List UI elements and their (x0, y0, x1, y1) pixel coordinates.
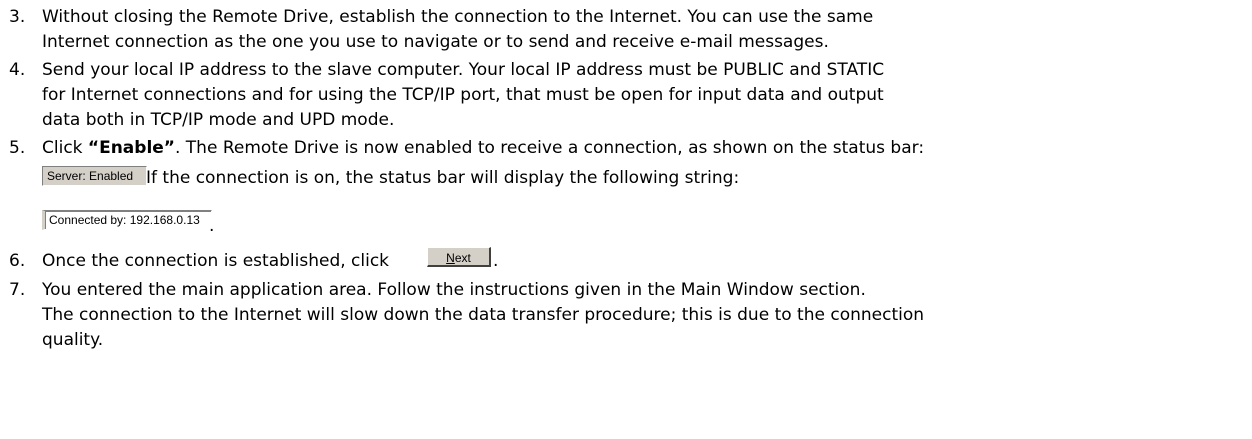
item-text-line: Once the connection is established, clic… (42, 251, 390, 271)
item-text-suffix: . The Remote Drive is now enabled to rec… (174, 138, 925, 158)
trailing-period: . (493, 251, 499, 271)
item-text-line: Send your local IP address to the slave … (42, 60, 885, 80)
item-text-line: data both in TCP/IP mode and UPD mode. (42, 110, 395, 130)
item-number: 3. (9, 7, 26, 27)
item-text-line: Click “Enable”. The Remote Drive is now … (42, 138, 924, 158)
next-button-mnemonic: N (446, 251, 455, 265)
trailing-period: . (209, 216, 215, 236)
item-number: 6. (9, 251, 26, 271)
next-button-label: ext (454, 251, 471, 265)
status-bar-connected: Connected by: 192.168.0.13 (42, 210, 212, 230)
item-number: 7. (9, 280, 26, 300)
item-text-line: Internet connection as the one you use t… (42, 32, 829, 52)
item-number: 5. (9, 138, 26, 158)
item-text-line: You entered the main application area. F… (42, 280, 866, 300)
status-bar-enabled: Server: Enabled (42, 166, 147, 186)
item-text-line: Without closing the Remote Drive, establ… (42, 7, 874, 27)
list-item-continuation: If the connection is on, the status bar … (146, 168, 739, 188)
item-text-line: If the connection is on, the status bar … (146, 168, 740, 188)
item-text-line: The connection to the Internet will slow… (42, 305, 925, 325)
enable-keyword: “Enable” (87, 138, 175, 158)
item-text-line: quality. (42, 330, 104, 350)
document-page: 3. Without closing the Remote Drive, est… (0, 0, 1252, 439)
next-button[interactable]: Next (427, 247, 491, 267)
item-text-line: for Internet connections and for using t… (42, 85, 884, 105)
click-prefix: Click (42, 138, 88, 158)
item-number: 4. (9, 60, 26, 80)
